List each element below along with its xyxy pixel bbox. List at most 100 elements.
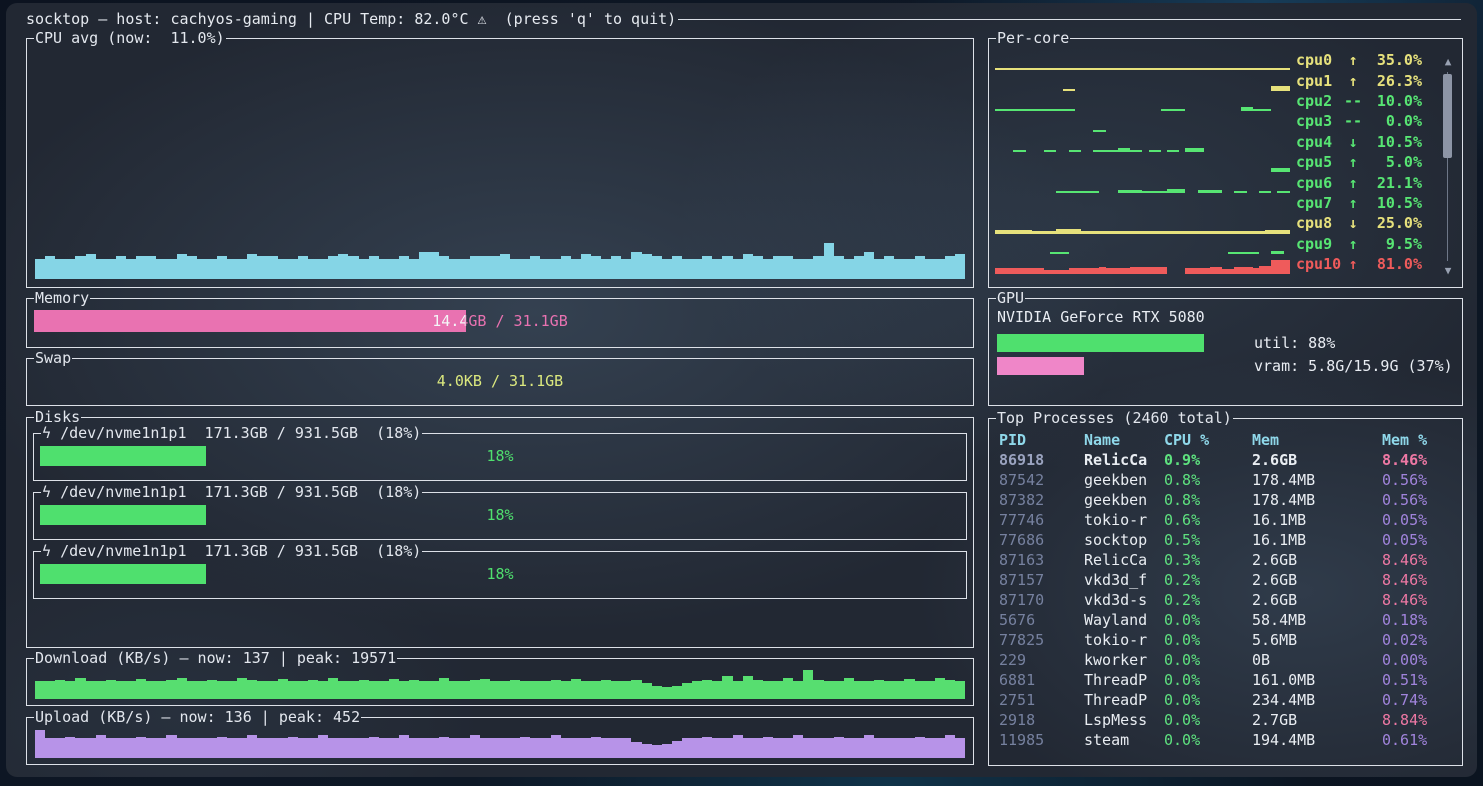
process-name: geekben — [1084, 491, 1164, 509]
scrollbar-thumb[interactable] — [1443, 74, 1452, 158]
process-row[interactable]: 87170 vkd3d-s 0.2% 2.6GB 8.46% — [999, 590, 1454, 610]
process-mem-pct: 8.46% — [1382, 451, 1454, 469]
core-sparkline — [995, 172, 1290, 192]
process-mem-pct: 0.74% — [1382, 691, 1454, 709]
process-mem: 2.7GB — [1252, 711, 1382, 729]
core-sparkline — [995, 234, 1290, 254]
process-cpu: 0.0% — [1164, 731, 1252, 749]
process-row[interactable]: 86918 RelicCa 0.9% 2.6GB 8.46% — [999, 450, 1454, 470]
process-row[interactable]: 87542 geekben 0.8% 178.4MB 0.56% — [999, 470, 1454, 490]
process-row[interactable]: 77686 socktop 0.5% 16.1MB 0.05% — [999, 530, 1454, 550]
process-pid: 77686 — [999, 531, 1084, 549]
swap-title: Swap — [34, 351, 72, 366]
process-row[interactable]: 77825 tokio-r 0.0% 5.6MB 0.02% — [999, 630, 1454, 650]
download-panel: Download (KB/s) — now: 137 | peak: 19571 — [26, 658, 974, 706]
col-name: Name — [1084, 431, 1164, 449]
core-row: cpu4 ↓ 10.5% — [995, 132, 1422, 152]
process-mem-pct: 0.00% — [1382, 651, 1454, 669]
process-mem-pct: 0.56% — [1382, 471, 1454, 489]
process-name: tokio-r — [1084, 631, 1164, 649]
core-trend-icon: ↑ — [1343, 255, 1363, 273]
upload-sparkline — [35, 729, 965, 758]
process-pid: 77825 — [999, 631, 1084, 649]
process-row[interactable]: 87163 RelicCa 0.3% 2.6GB 8.46% — [999, 550, 1454, 570]
process-mem-pct: 8.46% — [1382, 591, 1454, 609]
core-sparkline — [995, 91, 1290, 111]
process-pid: 87163 — [999, 551, 1084, 569]
disk-gauge-label: 18% — [40, 446, 960, 466]
gpu-util-gauge — [997, 334, 1232, 352]
scroll-down-icon[interactable]: ▼ — [1441, 265, 1455, 277]
core-usage-value: 26.3% — [1363, 72, 1422, 90]
process-row[interactable]: 11985 steam 0.0% 194.4MB 0.61% — [999, 730, 1454, 750]
process-row[interactable]: 2918 LspMess 0.0% 2.7GB 8.84% — [999, 710, 1454, 730]
disks-panel: Disks ϟ /dev/nvme1n1p1 171.3GB / 931.5GB… — [26, 417, 974, 648]
process-mem: 2.6GB — [1252, 451, 1382, 469]
core-row: cpu5 ↑ 5.0% — [995, 152, 1422, 172]
process-pid: 87382 — [999, 491, 1084, 509]
process-mem: 161.0MB — [1252, 671, 1382, 689]
process-cpu: 0.0% — [1164, 711, 1252, 729]
core-list: cpu0 ↑ 35.0% cpu1 ↑ 26.3% — [995, 50, 1422, 274]
process-cpu: 0.9% — [1164, 451, 1252, 469]
core-trend-icon: ↓ — [1343, 133, 1363, 151]
process-pid: 77746 — [999, 511, 1084, 529]
disk-power-icon: ϟ — [42, 542, 60, 560]
process-mem: 178.4MB — [1252, 471, 1382, 489]
scroll-up-icon[interactable]: ▲ — [1441, 56, 1455, 68]
disk-item: ϟ /dev/nvme1n1p1 171.3GB / 931.5GB (18%)… — [33, 433, 967, 481]
process-row[interactable]: 5676 Wayland 0.0% 58.4MB 0.18% — [999, 610, 1454, 630]
core-row: cpu2 -- 10.0% — [995, 91, 1422, 111]
process-mem: 16.1MB — [1252, 531, 1382, 549]
process-name: ThreadP — [1084, 691, 1164, 709]
process-mem-pct: 8.46% — [1382, 551, 1454, 569]
process-mem-pct: 0.51% — [1382, 671, 1454, 689]
process-mem-pct: 8.84% — [1382, 711, 1454, 729]
gpu-vram-text: vram: 5.8G/15.9G (37%) — [1254, 357, 1453, 375]
swap-gauge: 4.0KB / 31.1GB — [34, 370, 966, 392]
process-row[interactable]: 77746 tokio-r 0.6% 16.1MB 0.05% — [999, 510, 1454, 530]
core-sparkline — [995, 111, 1290, 131]
disk-item-title: /dev/nvme1n1p1 171.3GB / 931.5GB (18%) — [60, 542, 421, 560]
disk-usage-gauge: 18% — [40, 446, 960, 466]
gpu-name: NVIDIA GeForce RTX 5080 — [997, 308, 1454, 329]
core-usage-value: 10.5% — [1363, 194, 1422, 212]
process-mem-pct: 0.18% — [1382, 611, 1454, 629]
process-name: ThreadP — [1084, 671, 1164, 689]
process-name: vkd3d_f — [1084, 571, 1164, 589]
core-scrollbar[interactable]: ▲ ▼ — [1441, 56, 1455, 277]
process-pid: 2918 — [999, 711, 1084, 729]
process-row[interactable]: 87157 vkd3d_f 0.2% 2.6GB 8.46% — [999, 570, 1454, 590]
gpu-vram-gauge — [997, 357, 1232, 375]
process-mem: 58.4MB — [1252, 611, 1382, 629]
titlebar-rule — [678, 19, 1461, 20]
disk-list: ϟ /dev/nvme1n1p1 171.3GB / 931.5GB (18%)… — [33, 433, 967, 599]
core-usage-value: 9.5% — [1363, 235, 1422, 253]
process-row[interactable]: 229 kworker 0.0% 0B 0.00% — [999, 650, 1454, 670]
process-pid: 87170 — [999, 591, 1084, 609]
core-name: cpu2 — [1296, 92, 1343, 110]
process-cpu: 0.0% — [1164, 671, 1252, 689]
core-row: cpu6 ↑ 21.1% — [995, 172, 1422, 192]
per-core-panel: Per-core cpu0 ↑ 35.0% — [988, 38, 1463, 288]
memory-panel: Memory 14.4GB / 31.1GB 14.4GB / 31.1GB — [26, 298, 974, 348]
process-mem: 16.1MB — [1252, 511, 1382, 529]
process-name: vkd3d-s — [1084, 591, 1164, 609]
app-title: socktop — host: cachyos-gaming | CPU Tem… — [26, 10, 676, 28]
process-mem: 178.4MB — [1252, 491, 1382, 509]
col-mem: Mem — [1252, 431, 1382, 449]
process-pid: 87542 — [999, 471, 1084, 489]
process-pid: 6881 — [999, 671, 1084, 689]
process-mem: 5.6MB — [1252, 631, 1382, 649]
process-name: socktop — [1084, 531, 1164, 549]
process-row[interactable]: 2751 ThreadP 0.0% 234.4MB 0.74% — [999, 690, 1454, 710]
core-name: cpu3 — [1296, 112, 1343, 130]
process-mem-pct: 0.56% — [1382, 491, 1454, 509]
process-cpu: 0.0% — [1164, 651, 1252, 669]
process-row[interactable]: 6881 ThreadP 0.0% 161.0MB 0.51% — [999, 670, 1454, 690]
disk-item-title: /dev/nvme1n1p1 171.3GB / 931.5GB (18%) — [60, 424, 421, 442]
process-mem-pct: 0.05% — [1382, 531, 1454, 549]
core-row: cpu7 ↑ 10.5% — [995, 193, 1422, 213]
process-row[interactable]: 87382 geekben 0.8% 178.4MB 0.56% — [999, 490, 1454, 510]
core-usage-value: 10.5% — [1363, 133, 1422, 151]
